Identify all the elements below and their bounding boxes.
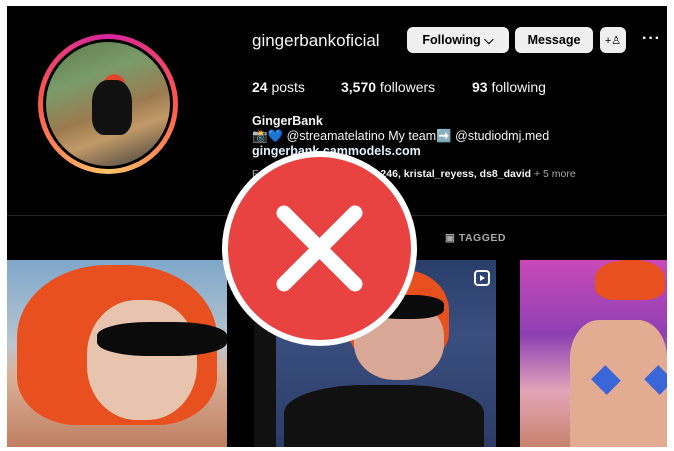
- posts-count: 24: [252, 79, 268, 95]
- person-tag-icon: ▣: [445, 232, 456, 244]
- thumb-face: [87, 300, 197, 420]
- tab-tagged[interactable]: ▣ TAGGED: [445, 232, 506, 244]
- followed-by-more: + 5 more: [531, 168, 576, 180]
- avatar[interactable]: [43, 39, 173, 169]
- profile-full-name: GingerBank: [252, 114, 323, 128]
- followers-count: 3,570: [341, 79, 377, 95]
- reel-icon: [474, 270, 490, 286]
- following-count: 93: [472, 79, 488, 95]
- posts-stat: 24 posts: [252, 79, 305, 95]
- post-thumbnail[interactable]: [520, 260, 667, 447]
- followers-label: followers: [376, 79, 436, 95]
- x-mark-icon: [276, 205, 363, 292]
- story-ring[interactable]: [38, 34, 178, 174]
- profile-bio: 📸💙 @streamatelatino My team➡️ @studiodmj…: [252, 129, 550, 143]
- profile-username: gingerbankoficial: [252, 31, 380, 50]
- thumb-top: [284, 385, 484, 447]
- following-label: following: [487, 79, 546, 95]
- tab-tagged-label: TAGGED: [458, 232, 506, 244]
- following-button[interactable]: Following ⌵: [407, 27, 509, 53]
- followers-stat[interactable]: 3,570 followers: [341, 79, 435, 95]
- red-x-icon: [222, 151, 417, 346]
- thumb-hair: [595, 260, 665, 300]
- add-user-icon: +♙: [604, 34, 622, 47]
- profile-page: gingerbankoficial Following ⌵ Message +♙…: [7, 6, 667, 447]
- thumb-sunglasses: [97, 322, 227, 356]
- post-thumbnail[interactable]: [7, 260, 227, 447]
- avatar-figure: [92, 80, 132, 135]
- more-options-icon[interactable]: ···: [642, 30, 661, 48]
- following-stat[interactable]: 93 following: [472, 79, 546, 95]
- message-button[interactable]: Message: [515, 27, 593, 53]
- posts-label: posts: [267, 79, 305, 95]
- suggest-users-button[interactable]: +♙: [600, 27, 626, 53]
